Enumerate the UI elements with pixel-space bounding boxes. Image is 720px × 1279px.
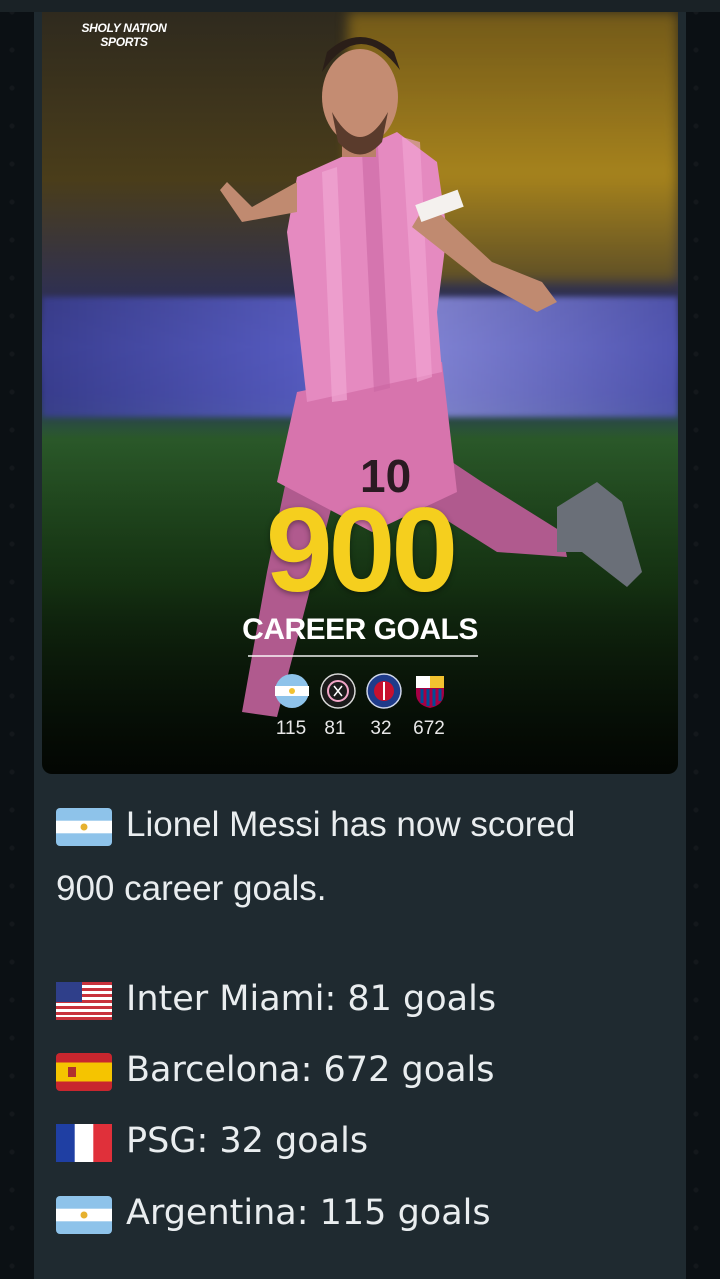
flag-argentina-icon (56, 808, 112, 846)
watermark-logo: SHOLY NATION SPORTS (81, 21, 167, 49)
inter-miami-badge-icon (320, 673, 356, 709)
headline-divider (248, 655, 478, 657)
team-badges (274, 673, 454, 709)
argentina-badge-icon (275, 674, 309, 708)
headline-subtitle: CAREER GOALS (242, 613, 478, 646)
top-bar (0, 0, 720, 12)
psg-badge-icon (366, 673, 402, 709)
caption-intro-line2: 900 career goals. (56, 869, 327, 908)
flag-france-icon (56, 1124, 112, 1162)
flag-argentina-icon (56, 1196, 112, 1234)
goal-count-argentina: 115 (275, 718, 307, 739)
flag-spain-icon (56, 1053, 112, 1091)
team-goal-counts: 115 81 32 672 (268, 718, 468, 742)
message-image[interactable]: 10 SHOLY NATION SPORTS 900 CAREER GOALS (42, 12, 678, 774)
flag-usa-icon (56, 982, 112, 1020)
barcelona-badge-icon (416, 676, 444, 708)
headline-number: 900 (265, 483, 458, 617)
goal-count-barcelona: 672 (413, 718, 445, 739)
goal-count-psg: 32 (370, 718, 392, 739)
goal-count-inter-miami: 81 (324, 718, 346, 739)
player-illustration: 10 (220, 37, 642, 717)
